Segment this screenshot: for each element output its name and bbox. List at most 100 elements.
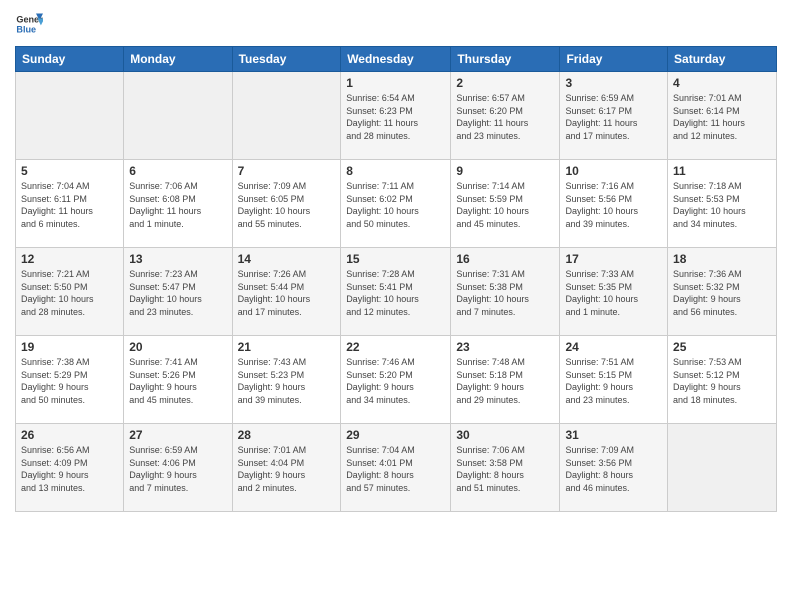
- header: General Blue: [15, 10, 777, 38]
- logo: General Blue: [15, 10, 43, 38]
- day-info: Sunrise: 7:04 AM Sunset: 4:01 PM Dayligh…: [346, 444, 445, 494]
- day-info: Sunrise: 7:36 AM Sunset: 5:32 PM Dayligh…: [673, 268, 771, 318]
- day-info: Sunrise: 7:14 AM Sunset: 5:59 PM Dayligh…: [456, 180, 554, 230]
- day-number: 14: [238, 252, 336, 266]
- day-info: Sunrise: 7:33 AM Sunset: 5:35 PM Dayligh…: [565, 268, 662, 318]
- day-number: 20: [129, 340, 226, 354]
- week-row-5: 26 Sunrise: 6:56 AM Sunset: 4:09 PM Dayli…: [16, 424, 777, 512]
- day-number: 23: [456, 340, 554, 354]
- logo-icon: General Blue: [15, 10, 43, 38]
- day-info: Sunrise: 7:46 AM Sunset: 5:20 PM Dayligh…: [346, 356, 445, 406]
- day-number: 4: [673, 76, 771, 90]
- weekday-header-saturday: Saturday: [668, 47, 777, 72]
- day-info: Sunrise: 7:09 AM Sunset: 6:05 PM Dayligh…: [238, 180, 336, 230]
- day-cell: 10Sunrise: 7:16 AM Sunset: 5:56 PM Dayli…: [560, 160, 668, 248]
- week-row-4: 19Sunrise: 7:38 AM Sunset: 5:29 PM Dayli…: [16, 336, 777, 424]
- day-cell: 3 Sunrise: 6:59 AM Sunset: 6:17 PM Daylig…: [560, 72, 668, 160]
- day-info: Sunrise: 7:48 AM Sunset: 5:18 PM Dayligh…: [456, 356, 554, 406]
- calendar-container: General Blue SundayMondayTuesdayWednesda…: [0, 0, 792, 612]
- day-cell: 5 Sunrise: 7:04 AM Sunset: 6:11 PM Daylig…: [16, 160, 124, 248]
- day-cell: 26 Sunrise: 6:56 AM Sunset: 4:09 PM Dayli…: [16, 424, 124, 512]
- day-number: 1: [346, 76, 445, 90]
- day-number: 3: [565, 76, 662, 90]
- week-row-1: 1 Sunrise: 6:54 AM Sunset: 6:23 PM Daylig…: [16, 72, 777, 160]
- day-cell: 20 Sunrise: 7:41 AM Sunset: 5:26 PM Dayli…: [124, 336, 232, 424]
- day-cell: 1 Sunrise: 6:54 AM Sunset: 6:23 PM Daylig…: [341, 72, 451, 160]
- day-number: 27: [129, 428, 226, 442]
- day-cell: 6Sunrise: 7:06 AM Sunset: 6:08 PM Daylig…: [124, 160, 232, 248]
- day-info: Sunrise: 6:54 AM Sunset: 6:23 PM Dayligh…: [346, 92, 445, 142]
- day-cell: 23 Sunrise: 7:48 AM Sunset: 5:18 PM Dayli…: [451, 336, 560, 424]
- weekday-header-tuesday: Tuesday: [232, 47, 341, 72]
- day-number: 19: [21, 340, 118, 354]
- day-cell: 17 Sunrise: 7:33 AM Sunset: 5:35 PM Dayli…: [560, 248, 668, 336]
- day-number: 30: [456, 428, 554, 442]
- day-number: 9: [456, 164, 554, 178]
- day-info: Sunrise: 6:56 AM Sunset: 4:09 PM Dayligh…: [21, 444, 118, 494]
- day-cell: [668, 424, 777, 512]
- day-info: Sunrise: 6:59 AM Sunset: 6:17 PM Dayligh…: [565, 92, 662, 142]
- day-info: Sunrise: 7:04 AM Sunset: 6:11 PM Dayligh…: [21, 180, 118, 230]
- day-number: 21: [238, 340, 336, 354]
- day-cell: [124, 72, 232, 160]
- day-info: Sunrise: 7:23 AM Sunset: 5:47 PM Dayligh…: [129, 268, 226, 318]
- weekday-header-monday: Monday: [124, 47, 232, 72]
- day-cell: 19Sunrise: 7:38 AM Sunset: 5:29 PM Dayli…: [16, 336, 124, 424]
- day-number: 26: [21, 428, 118, 442]
- calendar-table: SundayMondayTuesdayWednesdayThursdayFrid…: [15, 46, 777, 512]
- day-info: Sunrise: 7:01 AM Sunset: 6:14 PM Dayligh…: [673, 92, 771, 142]
- day-cell: 7Sunrise: 7:09 AM Sunset: 6:05 PM Daylig…: [232, 160, 341, 248]
- day-info: Sunrise: 7:21 AM Sunset: 5:50 PM Dayligh…: [21, 268, 118, 318]
- day-cell: 27Sunrise: 6:59 AM Sunset: 4:06 PM Dayli…: [124, 424, 232, 512]
- day-cell: [16, 72, 124, 160]
- day-number: 15: [346, 252, 445, 266]
- day-number: 11: [673, 164, 771, 178]
- weekday-header-thursday: Thursday: [451, 47, 560, 72]
- day-info: Sunrise: 7:18 AM Sunset: 5:53 PM Dayligh…: [673, 180, 771, 230]
- day-number: 28: [238, 428, 336, 442]
- day-cell: 25Sunrise: 7:53 AM Sunset: 5:12 PM Dayli…: [668, 336, 777, 424]
- day-cell: 9 Sunrise: 7:14 AM Sunset: 5:59 PM Daylig…: [451, 160, 560, 248]
- day-info: Sunrise: 7:09 AM Sunset: 3:56 PM Dayligh…: [565, 444, 662, 494]
- day-cell: 24 Sunrise: 7:51 AM Sunset: 5:15 PM Dayli…: [560, 336, 668, 424]
- calendar-body: 1 Sunrise: 6:54 AM Sunset: 6:23 PM Daylig…: [16, 72, 777, 512]
- week-row-2: 5 Sunrise: 7:04 AM Sunset: 6:11 PM Daylig…: [16, 160, 777, 248]
- day-info: Sunrise: 7:31 AM Sunset: 5:38 PM Dayligh…: [456, 268, 554, 318]
- day-number: 5: [21, 164, 118, 178]
- day-cell: [232, 72, 341, 160]
- day-cell: 8Sunrise: 7:11 AM Sunset: 6:02 PM Daylig…: [341, 160, 451, 248]
- day-cell: 22 Sunrise: 7:46 AM Sunset: 5:20 PM Dayli…: [341, 336, 451, 424]
- day-number: 13: [129, 252, 226, 266]
- day-number: 29: [346, 428, 445, 442]
- day-cell: 21Sunrise: 7:43 AM Sunset: 5:23 PM Dayli…: [232, 336, 341, 424]
- day-number: 18: [673, 252, 771, 266]
- day-info: Sunrise: 7:06 AM Sunset: 3:58 PM Dayligh…: [456, 444, 554, 494]
- day-cell: 16 Sunrise: 7:31 AM Sunset: 5:38 PM Dayli…: [451, 248, 560, 336]
- day-cell: 2Sunrise: 6:57 AM Sunset: 6:20 PM Daylig…: [451, 72, 560, 160]
- day-cell: 30 Sunrise: 7:06 AM Sunset: 3:58 PM Dayli…: [451, 424, 560, 512]
- day-cell: 31Sunrise: 7:09 AM Sunset: 3:56 PM Dayli…: [560, 424, 668, 512]
- day-info: Sunrise: 7:53 AM Sunset: 5:12 PM Dayligh…: [673, 356, 771, 406]
- weekday-header-wednesday: Wednesday: [341, 47, 451, 72]
- day-number: 16: [456, 252, 554, 266]
- day-cell: 18 Sunrise: 7:36 AM Sunset: 5:32 PM Dayli…: [668, 248, 777, 336]
- day-info: Sunrise: 7:51 AM Sunset: 5:15 PM Dayligh…: [565, 356, 662, 406]
- day-number: 17: [565, 252, 662, 266]
- weekday-header-row: SundayMondayTuesdayWednesdayThursdayFrid…: [16, 47, 777, 72]
- day-cell: 4 Sunrise: 7:01 AM Sunset: 6:14 PM Daylig…: [668, 72, 777, 160]
- day-cell: 13 Sunrise: 7:23 AM Sunset: 5:47 PM Dayli…: [124, 248, 232, 336]
- day-info: Sunrise: 7:26 AM Sunset: 5:44 PM Dayligh…: [238, 268, 336, 318]
- day-cell: 29 Sunrise: 7:04 AM Sunset: 4:01 PM Dayli…: [341, 424, 451, 512]
- day-info: Sunrise: 7:41 AM Sunset: 5:26 PM Dayligh…: [129, 356, 226, 406]
- day-cell: 28 Sunrise: 7:01 AM Sunset: 4:04 PM Dayli…: [232, 424, 341, 512]
- svg-text:Blue: Blue: [16, 24, 36, 34]
- day-number: 24: [565, 340, 662, 354]
- day-info: Sunrise: 7:01 AM Sunset: 4:04 PM Dayligh…: [238, 444, 336, 494]
- day-info: Sunrise: 6:57 AM Sunset: 6:20 PM Dayligh…: [456, 92, 554, 142]
- day-cell: 14 Sunrise: 7:26 AM Sunset: 5:44 PM Dayli…: [232, 248, 341, 336]
- day-number: 22: [346, 340, 445, 354]
- day-info: Sunrise: 7:28 AM Sunset: 5:41 PM Dayligh…: [346, 268, 445, 318]
- day-info: Sunrise: 7:11 AM Sunset: 6:02 PM Dayligh…: [346, 180, 445, 230]
- day-cell: 12Sunrise: 7:21 AM Sunset: 5:50 PM Dayli…: [16, 248, 124, 336]
- day-number: 6: [129, 164, 226, 178]
